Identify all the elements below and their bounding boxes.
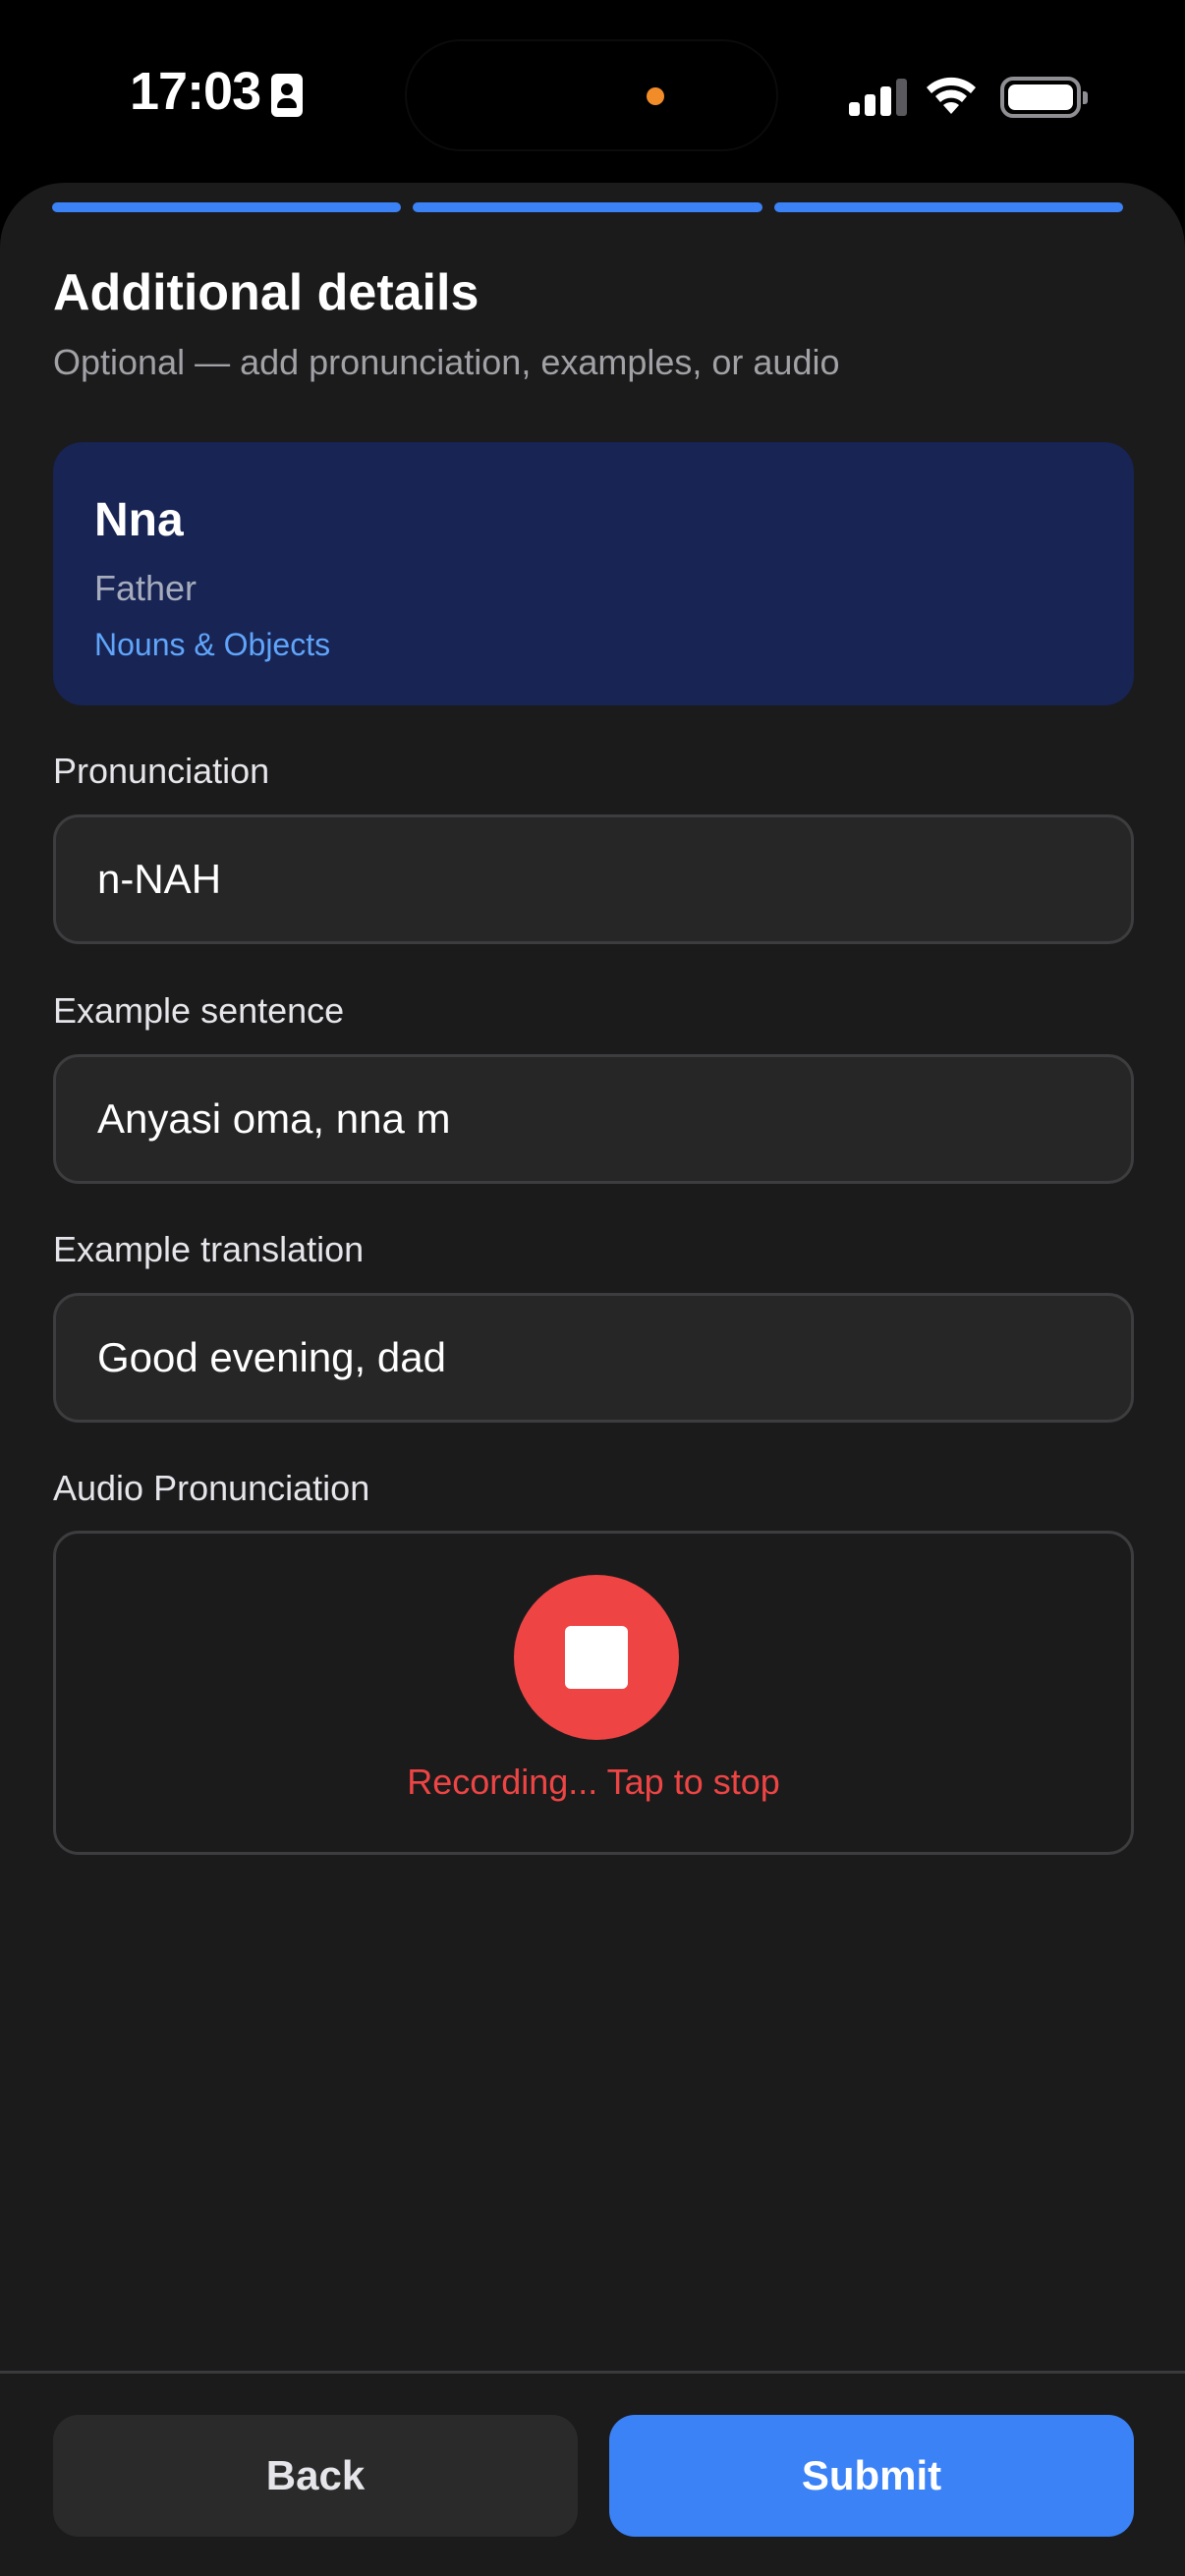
progress-step-1 <box>52 202 402 212</box>
screen: 17:03 Additional details Optional — add … <box>0 0 1185 2576</box>
example-translation-input[interactable]: Good evening, dad <box>53 1293 1134 1423</box>
stop-icon <box>565 1626 628 1689</box>
word-summary-card: Nna Father Nouns & Objects <box>53 442 1134 705</box>
wifi-icon <box>927 77 976 114</box>
add-word-sheet: Additional details Optional — add pronun… <box>0 183 1185 2576</box>
word-text: Nna <box>94 494 184 546</box>
step-progress <box>52 202 1123 214</box>
stop-recording-button[interactable] <box>514 1575 679 1740</box>
cellular-signal-icon <box>849 77 908 116</box>
status-time: 17:03 <box>130 62 261 121</box>
audio-recorder: Recording... Tap to stop <box>53 1531 1134 1855</box>
pronunciation-label: Pronunciation <box>53 751 270 791</box>
page-subtitle: Optional — add pronunciation, examples, … <box>53 342 840 382</box>
example-translation-label: Example translation <box>53 1229 365 1269</box>
word-meaning: Father <box>94 568 198 608</box>
back-button[interactable]: Back <box>53 2415 578 2537</box>
recording-status: Recording... Tap to stop <box>407 1762 780 1802</box>
battery-icon <box>1000 77 1088 118</box>
status-bar: 17:03 <box>0 0 1185 187</box>
audio-pronunciation-label: Audio Pronunciation <box>53 1468 370 1508</box>
dynamic-island <box>407 41 776 149</box>
word-category: Nouns & Objects <box>94 627 331 662</box>
progress-step-2 <box>413 202 762 212</box>
pronunciation-input[interactable]: n-NAH <box>53 814 1134 944</box>
mic-indicator-icon <box>647 87 664 105</box>
footer-actions: Back Submit <box>0 2371 1185 2576</box>
submit-button[interactable]: Submit <box>609 2415 1134 2537</box>
contact-card-icon <box>271 74 303 117</box>
page-title: Additional details <box>53 264 480 321</box>
example-sentence-label: Example sentence <box>53 990 345 1031</box>
example-sentence-input[interactable]: Anyasi oma, nna m <box>53 1054 1134 1184</box>
progress-step-3 <box>773 202 1123 212</box>
